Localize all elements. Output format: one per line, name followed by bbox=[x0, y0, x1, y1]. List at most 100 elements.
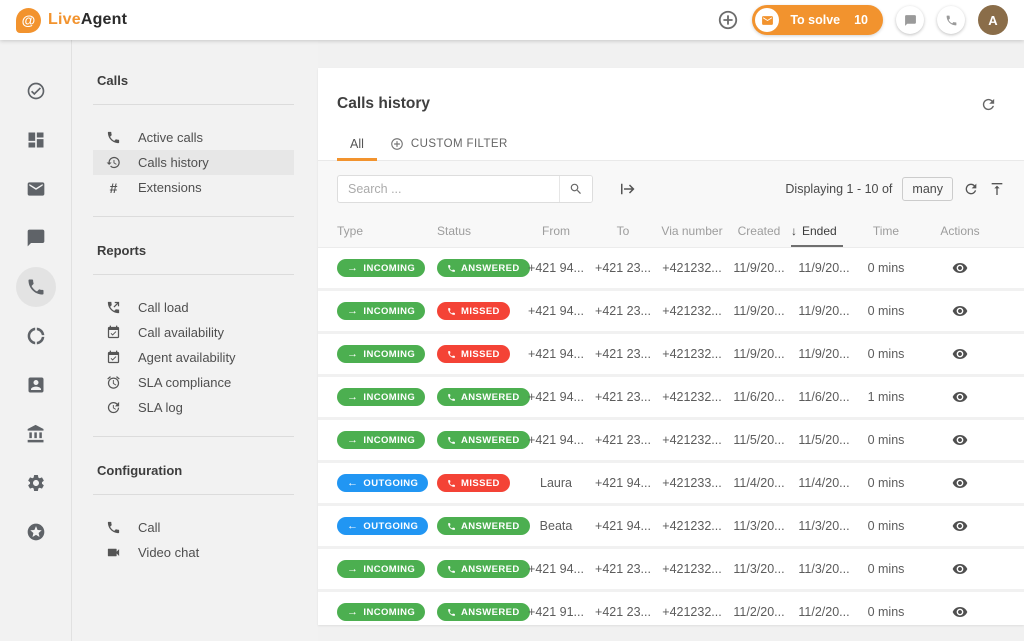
table-row[interactable]: →INCOMING ANSWERED +421 94... +421 23...… bbox=[318, 420, 1024, 460]
from-cell: +421 94... bbox=[523, 433, 589, 447]
sidebar-item-video-chat[interactable]: Video chat bbox=[93, 540, 294, 565]
plus-circle-icon bbox=[390, 137, 404, 151]
calls-history-panel: Calls history All CUSTOM FILTER Displayi… bbox=[318, 68, 1024, 625]
clock-update-icon bbox=[106, 400, 121, 415]
time-cell: 0 mins bbox=[857, 347, 915, 361]
rail-item-contacts[interactable] bbox=[16, 365, 56, 405]
table-header: Type Status From To Via number Created ↓… bbox=[318, 215, 1024, 248]
section-title-reports: Reports bbox=[97, 243, 318, 258]
view-call-button[interactable] bbox=[952, 260, 968, 276]
to-solve-button[interactable]: To solve 10 bbox=[752, 5, 883, 35]
section-title-calls: Calls bbox=[97, 73, 318, 88]
sidebar-item-active-calls[interactable]: Active calls bbox=[93, 125, 294, 150]
table-row[interactable]: →INCOMING MISSED +421 94... +421 23... +… bbox=[318, 291, 1024, 331]
table-row[interactable]: ←OUTGOING MISSED Laura +421 94... +42123… bbox=[318, 463, 1024, 503]
rail-item-settings[interactable] bbox=[16, 463, 56, 503]
star-circle-icon bbox=[26, 522, 46, 542]
ended-cell: 11/3/20... bbox=[791, 562, 857, 576]
sidebar-item-agent-availability[interactable]: Agent availability bbox=[93, 345, 294, 370]
call-status-badge: ANSWERED bbox=[437, 603, 530, 621]
call-status-badge: ANSWERED bbox=[437, 517, 530, 535]
search-button[interactable] bbox=[559, 176, 592, 202]
column-header-via-number[interactable]: Via number bbox=[657, 215, 727, 247]
calls-button[interactable] bbox=[937, 6, 965, 34]
rail-item-chats[interactable] bbox=[16, 218, 56, 258]
ended-cell: 11/2/20... bbox=[791, 605, 857, 619]
mail-icon bbox=[26, 179, 46, 199]
table-row[interactable]: →INCOMING ANSWERED +421 94... +421 23...… bbox=[318, 248, 1024, 288]
to-cell: +421 94... bbox=[589, 476, 657, 490]
table-row[interactable]: →INCOMING ANSWERED +421 94... +421 23...… bbox=[318, 377, 1024, 417]
column-header-from[interactable]: From bbox=[523, 215, 589, 247]
chat-icon bbox=[904, 14, 917, 27]
from-cell: Laura bbox=[523, 476, 589, 490]
rail-item-tasks[interactable] bbox=[16, 71, 56, 111]
scroll-to-top-button[interactable] bbox=[989, 181, 1005, 197]
via-number-cell: +421232... bbox=[657, 519, 727, 533]
ended-cell: 11/4/20... bbox=[791, 476, 857, 490]
expand-filter-button[interactable] bbox=[618, 180, 636, 198]
view-call-button[interactable] bbox=[952, 475, 968, 491]
call-status-badge: ANSWERED bbox=[437, 388, 530, 406]
reload-list-button[interactable] bbox=[963, 181, 979, 197]
phone-icon bbox=[106, 130, 121, 145]
created-cell: 11/9/20... bbox=[727, 261, 791, 275]
sidebar-item-sla-compliance[interactable]: SLA compliance bbox=[93, 370, 294, 395]
sidebar-item-extensions[interactable]: #Extensions bbox=[93, 175, 294, 200]
view-call-button[interactable] bbox=[952, 432, 968, 448]
table-row[interactable]: →INCOMING ANSWERED +421 91... +421 23...… bbox=[318, 592, 1024, 625]
search-input[interactable] bbox=[338, 176, 559, 202]
search-box bbox=[337, 175, 593, 203]
view-call-button[interactable] bbox=[952, 389, 968, 405]
phone-icon bbox=[106, 520, 121, 535]
check-circle-icon bbox=[26, 81, 46, 101]
sidebar-item-call-config[interactable]: Call bbox=[93, 515, 294, 540]
sidebar-item-call-load[interactable]: Call load bbox=[93, 295, 294, 320]
sidebar-item-sla-log[interactable]: SLA log bbox=[93, 395, 294, 420]
table-row[interactable]: →INCOMING MISSED +421 94... +421 23... +… bbox=[318, 334, 1024, 374]
column-header-time[interactable]: Time bbox=[857, 215, 915, 247]
phone-icon bbox=[447, 608, 456, 617]
column-header-created[interactable]: Created bbox=[727, 215, 791, 247]
view-call-button[interactable] bbox=[952, 604, 968, 620]
page-size-button[interactable]: many bbox=[902, 177, 953, 201]
rail-item-donut[interactable] bbox=[16, 316, 56, 356]
phone-icon bbox=[447, 436, 456, 445]
rail-item-company[interactable] bbox=[16, 414, 56, 454]
eye-icon bbox=[952, 303, 968, 319]
view-call-button[interactable] bbox=[952, 346, 968, 362]
eye-icon bbox=[952, 260, 968, 276]
rail-item-upgrade[interactable] bbox=[16, 512, 56, 552]
divider bbox=[93, 216, 294, 217]
to-cell: +421 23... bbox=[589, 390, 657, 404]
column-header-to[interactable]: To bbox=[589, 215, 657, 247]
chats-button[interactable] bbox=[896, 6, 924, 34]
refresh-button[interactable] bbox=[980, 96, 997, 113]
column-header-status[interactable]: Status bbox=[437, 215, 523, 247]
liveagent-logo[interactable]: @ LiveAgent bbox=[16, 8, 127, 33]
sidebar-item-call-availability[interactable]: Call availability bbox=[93, 320, 294, 345]
column-header-actions[interactable]: Actions bbox=[915, 215, 1005, 247]
view-call-button[interactable] bbox=[952, 561, 968, 577]
sidebar-item-calls-history[interactable]: Calls history bbox=[93, 150, 294, 175]
eye-icon bbox=[952, 518, 968, 534]
column-header-ended[interactable]: ↓Ended bbox=[791, 215, 857, 247]
top-bar: @ LiveAgent To solve 10 A bbox=[0, 0, 1024, 40]
time-cell: 0 mins bbox=[857, 476, 915, 490]
view-call-button[interactable] bbox=[952, 303, 968, 319]
avatar[interactable]: A bbox=[978, 5, 1008, 35]
call-type-badge: →INCOMING bbox=[337, 560, 425, 578]
direction-arrow-icon: → bbox=[347, 263, 358, 274]
add-new-button[interactable] bbox=[717, 9, 739, 31]
view-call-button[interactable] bbox=[952, 518, 968, 534]
column-header-type[interactable]: Type bbox=[337, 215, 437, 247]
table-row[interactable]: →INCOMING ANSWERED +421 94... +421 23...… bbox=[318, 549, 1024, 589]
table-row[interactable]: ←OUTGOING ANSWERED Beata +421 94... +421… bbox=[318, 506, 1024, 546]
ended-cell: 11/9/20... bbox=[791, 261, 857, 275]
rail-item-tickets[interactable] bbox=[16, 169, 56, 209]
refresh-icon bbox=[963, 181, 979, 197]
rail-item-calls[interactable] bbox=[16, 267, 56, 307]
tab-custom-filter[interactable]: CUSTOM FILTER bbox=[377, 128, 521, 160]
rail-item-dashboard[interactable] bbox=[16, 120, 56, 160]
tab-all[interactable]: All bbox=[337, 128, 377, 160]
